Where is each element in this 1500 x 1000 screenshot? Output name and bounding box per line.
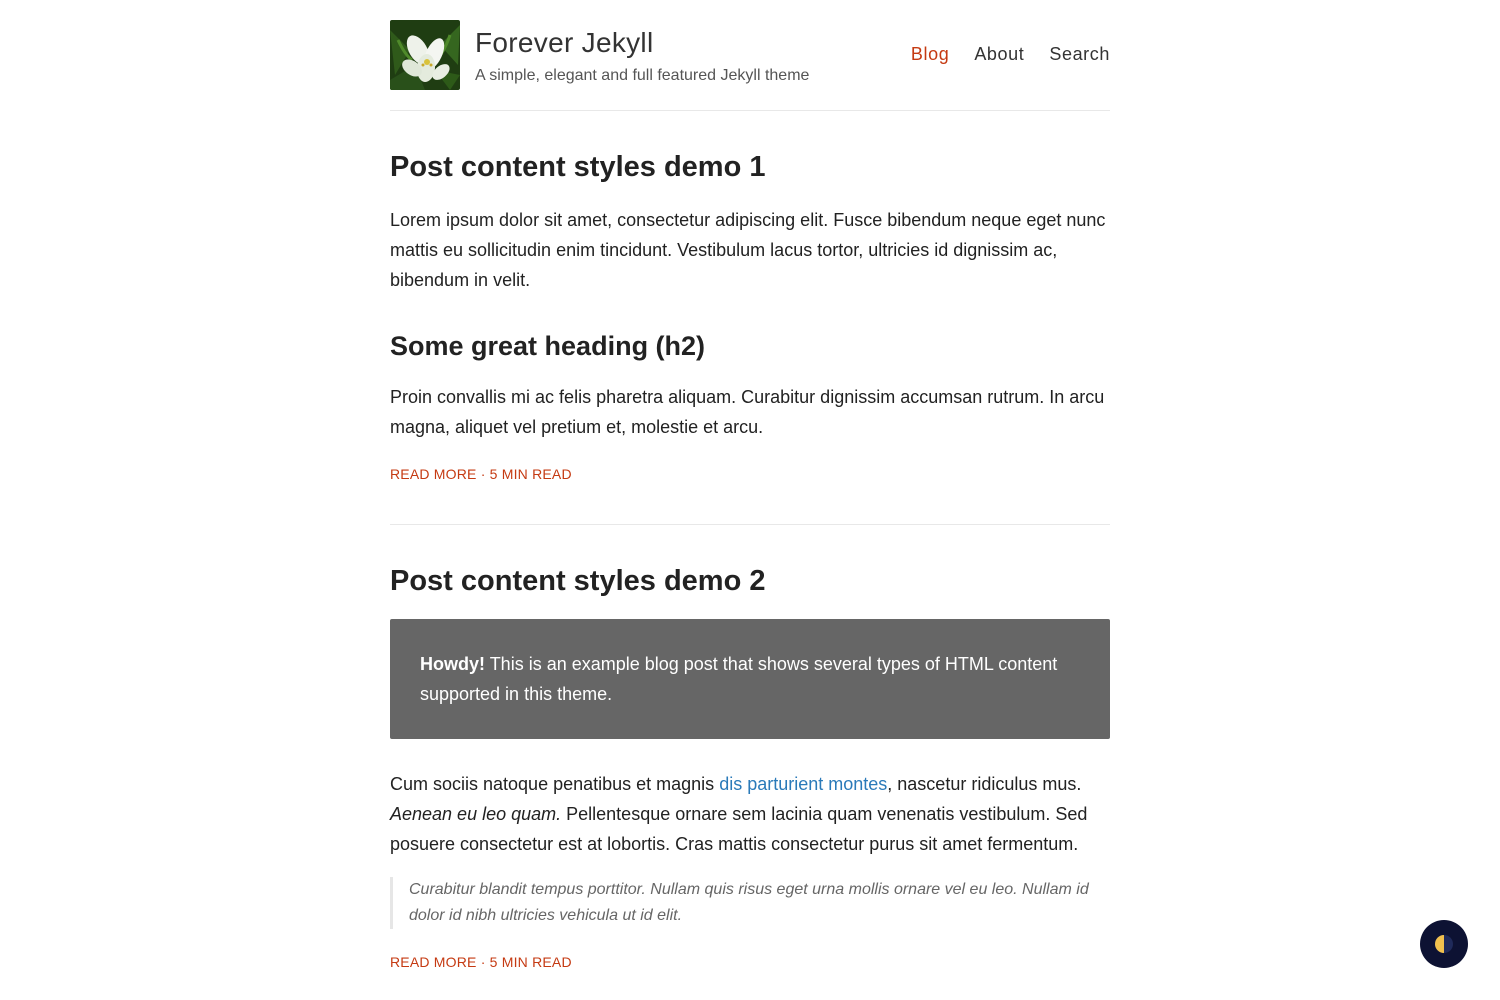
post-title[interactable]: Post content styles demo 1 xyxy=(390,149,1110,185)
para-after-link: , nascetur ridiculus mus. xyxy=(887,774,1082,794)
meta-separator: · xyxy=(480,954,490,970)
site-title[interactable]: Forever Jekyll xyxy=(475,26,653,60)
post-paragraph: Cum sociis natoque penatibus et magnis d… xyxy=(390,769,1110,859)
inline-link[interactable]: dis parturient montes xyxy=(719,774,887,794)
half-moon-icon xyxy=(1435,935,1453,953)
notice-body: This is an example blog post that shows … xyxy=(420,654,1058,704)
post-body: Proin convallis mi ac felis pharetra ali… xyxy=(390,387,1105,437)
read-time: 5 min read xyxy=(489,954,572,970)
post-preview: Post content styles demo 2 Howdy! This i… xyxy=(390,525,1110,971)
post-title[interactable]: Post content styles demo 2 xyxy=(390,563,1110,599)
theme-toggle-button[interactable] xyxy=(1420,920,1468,968)
post-meta: Read more · 5 min read xyxy=(390,953,1110,971)
notice-strong: Howdy! xyxy=(420,654,485,674)
para-start: Cum sociis natoque penatibus et magnis xyxy=(390,774,720,794)
post-heading: Some great heading (h2) xyxy=(390,331,706,361)
page-container: Forever Jekyll A simple, elegant and ful… xyxy=(390,0,1110,971)
read-more-link[interactable]: Read more xyxy=(390,954,477,970)
post-intro: Lorem ipsum dolor sit amet, consectetur … xyxy=(390,210,1106,290)
blockquote: Curabitur blandit tempus porttitor. Null… xyxy=(390,877,1110,929)
nav-item-search[interactable]: Search xyxy=(1049,43,1110,65)
para-emphasis: Aenean eu leo quam. xyxy=(390,804,562,824)
main-nav: Blog About Search xyxy=(911,43,1110,65)
read-time: 5 min read xyxy=(489,466,572,482)
post-preview: Post content styles demo 1 Lorem ipsum d… xyxy=(390,111,1110,483)
lily-flower-photo xyxy=(390,20,460,90)
meta-separator: · xyxy=(480,466,490,482)
site-tagline: A simple, elegant and full featured Jeky… xyxy=(475,67,810,84)
site-logo[interactable] xyxy=(390,20,460,90)
nav-item-about[interactable]: About xyxy=(974,43,1024,65)
notice-text: Howdy! This is an example blog post that… xyxy=(420,649,1080,709)
notice-box: Howdy! This is an example blog post that… xyxy=(390,619,1110,739)
nav-item-blog[interactable]: Blog xyxy=(911,43,949,65)
site-header: Forever Jekyll A simple, elegant and ful… xyxy=(390,0,1110,111)
post-meta: Read more · 5 min read xyxy=(390,465,1110,483)
read-more-link[interactable]: Read more xyxy=(390,466,477,482)
